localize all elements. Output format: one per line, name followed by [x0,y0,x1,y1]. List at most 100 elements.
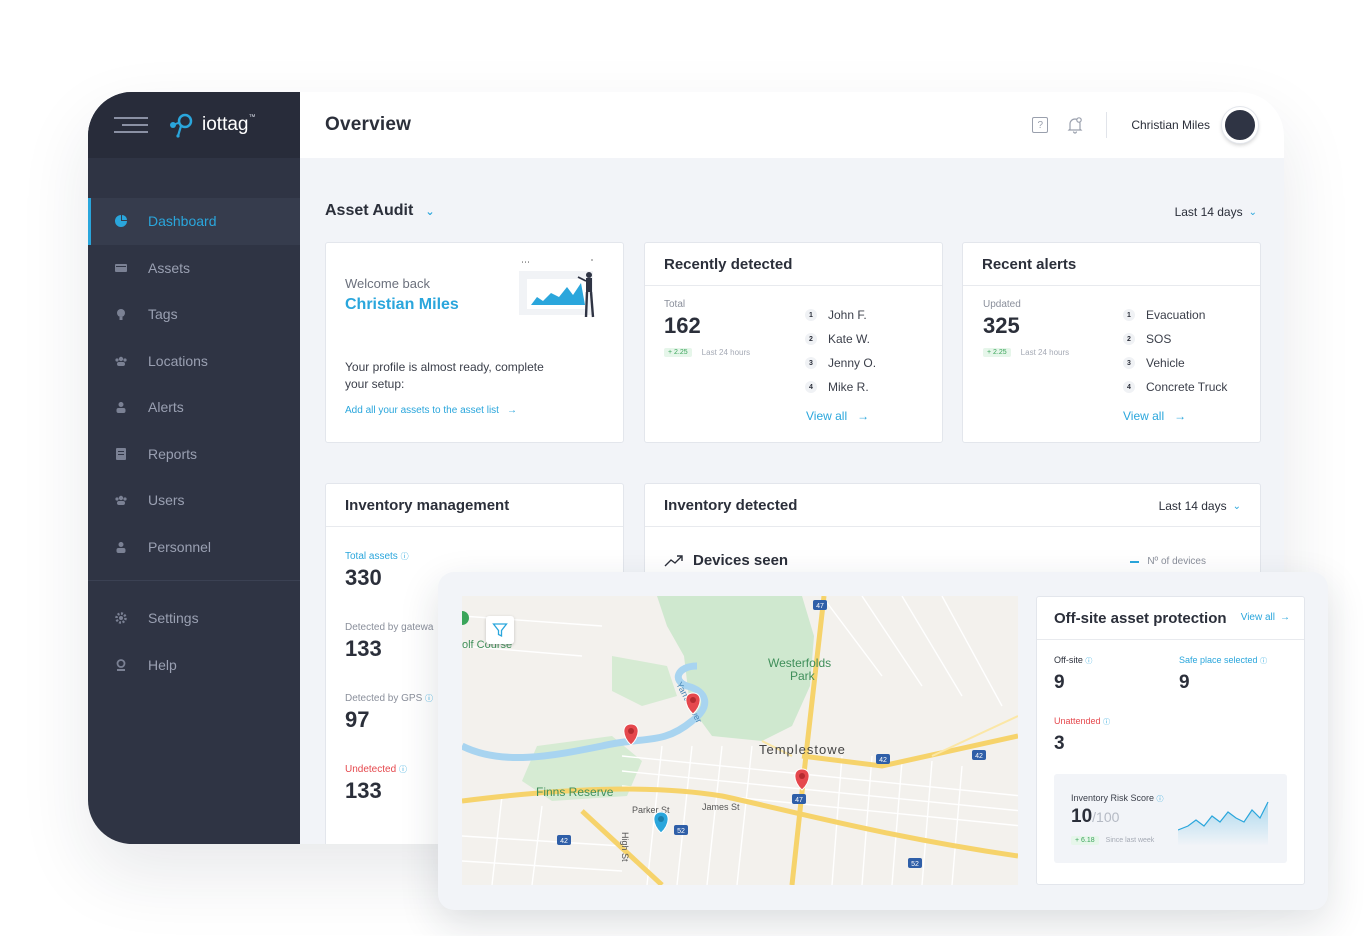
sidebar: iottag™ Dashboard Assets Tags Locations [88,92,300,844]
map-label-park: Westerfolds [768,656,831,670]
stat-value: 325 [983,313,1020,338]
sidebar-item-users[interactable]: Users [88,477,300,524]
logo-text: iottag™ [202,114,256,135]
change-period: Last 24 hours [701,348,751,357]
map-view[interactable]: olf Course Westerfolds Park Templestowe … [462,596,1018,885]
top-bar: Overview ? Christian Miles [300,92,1284,158]
svg-text:42: 42 [879,757,887,764]
assets-icon [115,262,127,274]
offsite-asset-protection-card: Off-site asset protection View all → Off… [1036,596,1305,885]
sidebar-item-label: Personnel [148,538,212,555]
section-title-text: Asset Audit [325,202,414,219]
inventory-stat-gps: Detected by GPS ⓘ 97 [345,693,433,733]
list-item[interactable]: 2 SOS [1123,327,1227,351]
stat-value: 3 [1054,733,1065,754]
arrow-right-icon: → [506,405,517,416]
sidebar-item-label: Assets [148,259,191,276]
stat-value: 9 [1054,672,1065,693]
bell-icon [1067,117,1083,134]
map-label-street: High St [620,832,630,862]
view-all-link[interactable]: View all → [806,409,869,423]
map-label-park: Park [790,669,816,683]
card-title: Recent alerts [963,243,1260,286]
risk-score: 10/100 [1071,806,1120,827]
stat-value: 9 [1179,672,1190,693]
map-label-suburb: Templestowe [759,742,846,757]
stat-label: Updated [983,299,1021,310]
notifications-button[interactable] [1066,116,1084,134]
sidebar-item-alerts[interactable]: Alerts [88,384,300,431]
sidebar-item-label: Reports [148,445,198,462]
stat-label: Total assets ⓘ [345,551,409,562]
tag-icon [115,308,127,321]
top-right-controls: ? Christian Miles [1032,92,1258,158]
map-filter-button[interactable] [486,616,514,644]
stat-change: + 2.25 Last 24 hours [664,348,750,357]
list-item[interactable]: 4 Mike R. [805,375,876,399]
sidebar-item-locations[interactable]: Locations [88,338,300,385]
svg-text:47: 47 [816,603,824,610]
logo-icon [170,113,193,138]
recent-alerts-card: Recent alerts Updated 325 + 2.25 Last 24… [962,242,1261,443]
person-icon [115,541,127,553]
add-assets-link[interactable]: Add all your assets to the asset list → [345,405,517,416]
sidebar-item-dashboard[interactable]: Dashboard [88,198,300,245]
view-all-link[interactable]: View all → [1241,612,1290,623]
sidebar-nav: Dashboard Assets Tags Locations Alerts R… [88,198,300,688]
map-label-street: James St [702,802,740,812]
sidebar-item-tags[interactable]: Tags [88,291,300,338]
inventory-stat-gateway: Detected by gatewa 133 [345,622,433,662]
stat-value: 133 [345,636,382,661]
app-logo[interactable]: iottag™ [168,112,255,138]
add-assets-link-text: Add all your assets to the asset list [345,405,499,416]
risk-score-panel: Inventory Risk Score ⓘ 10/100 + 6.18 Sin… [1054,774,1287,863]
help-button[interactable]: ? [1032,117,1049,133]
stat-label: Detected by GPS ⓘ [345,693,434,704]
chevron-down-icon: ⌄ [1232,500,1241,512]
welcome-card: Welcome back Christian Miles ⋯ Your prof… [325,242,624,443]
offsite-stat: Off-site ⓘ 9 [1054,655,1093,693]
list-item[interactable]: 3 Vehicle [1123,351,1227,375]
help-icon [115,658,127,671]
unattended-stat: Unattended ⓘ 3 [1054,716,1111,754]
info-icon: ⓘ [1156,796,1164,803]
list-item[interactable]: 1 John F. [805,303,876,327]
svg-text:52: 52 [911,861,919,868]
stat-label: Undetected ⓘ [345,764,407,775]
hamburger-menu-icon[interactable] [114,114,148,136]
card-title: Recently detected [645,243,942,286]
list-item[interactable]: 4 Concrete Truck [1123,375,1227,399]
sidebar-item-assets[interactable]: Assets [88,245,300,292]
list-item[interactable]: 2 Kate W. [805,327,876,351]
risk-change: + 6.18 Since last week [1071,836,1154,845]
sidebar-item-label: Help [148,656,177,673]
stat-label: Detected by gatewa [345,622,434,633]
sidebar-item-label: Dashboard [148,213,217,230]
top-separator [1106,112,1108,138]
avatar[interactable] [1222,107,1258,143]
info-icon: ⓘ [1103,719,1111,726]
sidebar-item-label: Locations [148,352,208,369]
page-title: Overview [325,114,412,135]
view-all-link[interactable]: View all → [1123,409,1186,423]
info-icon: ⓘ [1085,658,1093,665]
inventory-stat-undetected: Undetected ⓘ 133 [345,764,407,804]
sidebar-item-reports[interactable]: Reports [88,431,300,478]
info-icon: ⓘ [398,765,407,774]
svg-text:47: 47 [795,797,803,804]
sidebar-item-personnel[interactable]: Personnel [88,524,300,571]
chevron-down-icon: ⌄ [1248,206,1257,218]
list-item[interactable]: 1 Evacuation [1123,303,1227,327]
date-range-dropdown[interactable]: Last 14 days ⌄ [1175,205,1257,219]
welcome-greeting: Welcome back [345,276,431,291]
user-name[interactable]: Christian Miles [1131,118,1210,132]
svg-text:52: 52 [677,828,685,835]
list-item[interactable]: 3 Jenny O. [805,351,876,375]
sidebar-item-help[interactable]: Help [88,642,300,689]
sidebar-item-settings[interactable]: Settings [88,595,300,642]
section-title[interactable]: Asset Audit ⌄ [325,202,435,220]
recently-detected-card: Recently detected Total 162 + 2.25 Last … [644,242,943,443]
stat-change: + 2.25 Last 24 hours [983,348,1069,357]
stat-value: 97 [345,707,370,732]
date-range-dropdown[interactable]: Last 14 days ⌄ [1159,499,1241,513]
